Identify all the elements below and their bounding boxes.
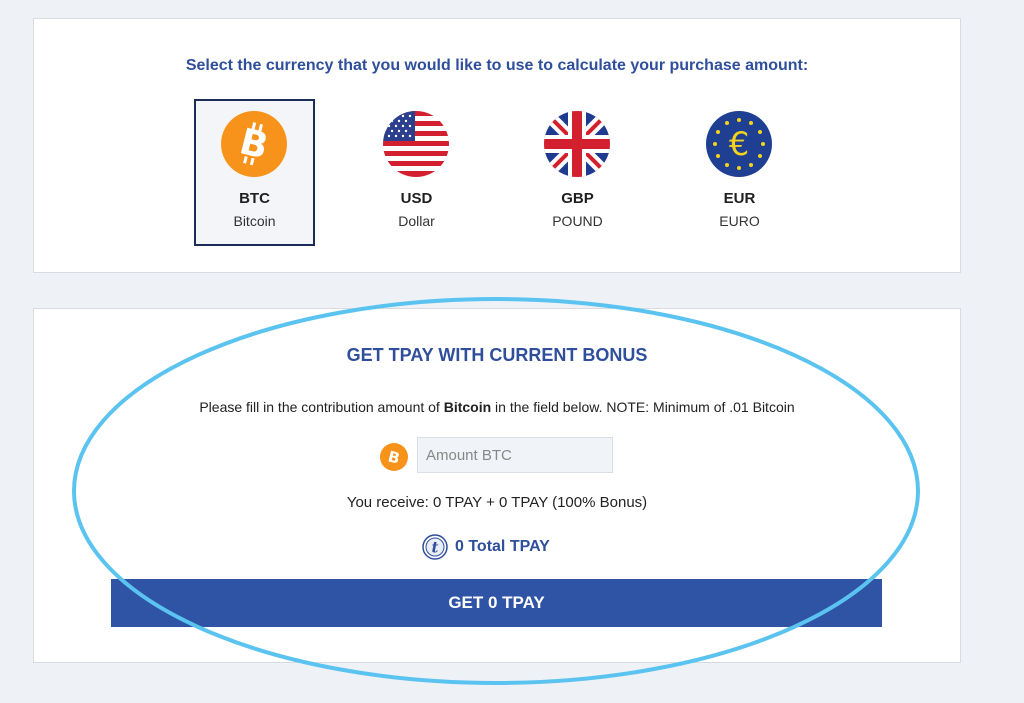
currency-name: Bitcoin: [233, 213, 276, 229]
bitcoin-icon: B: [380, 443, 408, 471]
currency-select-title: Select the currency that you would like …: [185, 57, 809, 74]
total-row: t 0 Total TPAY: [422, 534, 550, 560]
svg-text:€: €: [729, 125, 749, 163]
currency-option-gbp[interactable]: GBP POUND: [517, 99, 638, 246]
contribution-note: Please fill in the contribution amount o…: [34, 399, 960, 415]
get-tpay-button[interactable]: GET 0 TPAY: [111, 579, 882, 627]
receive-summary: You receive: 0 TPAY + 0 TPAY (100% Bonus…: [346, 494, 648, 511]
svg-text:t: t: [432, 539, 439, 557]
currency-name: EURO: [719, 213, 760, 229]
note-suffix: in the field below. NOTE: Minimum of .01…: [491, 399, 795, 415]
currency-option-eur[interactable]: € EUR EURO: [679, 99, 800, 246]
us-flag-icon: [383, 111, 449, 177]
uk-flag-icon: [544, 111, 610, 177]
currency-code: BTC: [239, 190, 270, 207]
note-prefix: Please fill in the contribution amount o…: [199, 399, 444, 415]
currency-name: Dollar: [398, 213, 435, 229]
currency-option-btc[interactable]: B BTC Bitcoin: [194, 99, 315, 246]
total-tpay: 0 Total TPAY: [455, 538, 550, 555]
purchase-panel: GET TPAY WITH CURRENT BONUS Please fill …: [33, 308, 961, 663]
euro-icon: €: [706, 111, 772, 177]
amount-input[interactable]: [417, 437, 613, 473]
note-currency: Bitcoin: [443, 399, 492, 415]
bitcoin-icon: B: [221, 111, 287, 177]
currency-code: GBP: [561, 190, 594, 207]
currency-name: POUND: [552, 213, 603, 229]
currency-select-panel: Select the currency that you would like …: [33, 18, 961, 273]
currency-code: EUR: [723, 190, 756, 207]
bonus-title: GET TPAY WITH CURRENT BONUS: [346, 345, 648, 365]
tpay-icon: t: [422, 534, 448, 560]
currency-code: USD: [400, 190, 433, 207]
currency-option-usd[interactable]: USD Dollar: [356, 99, 477, 246]
